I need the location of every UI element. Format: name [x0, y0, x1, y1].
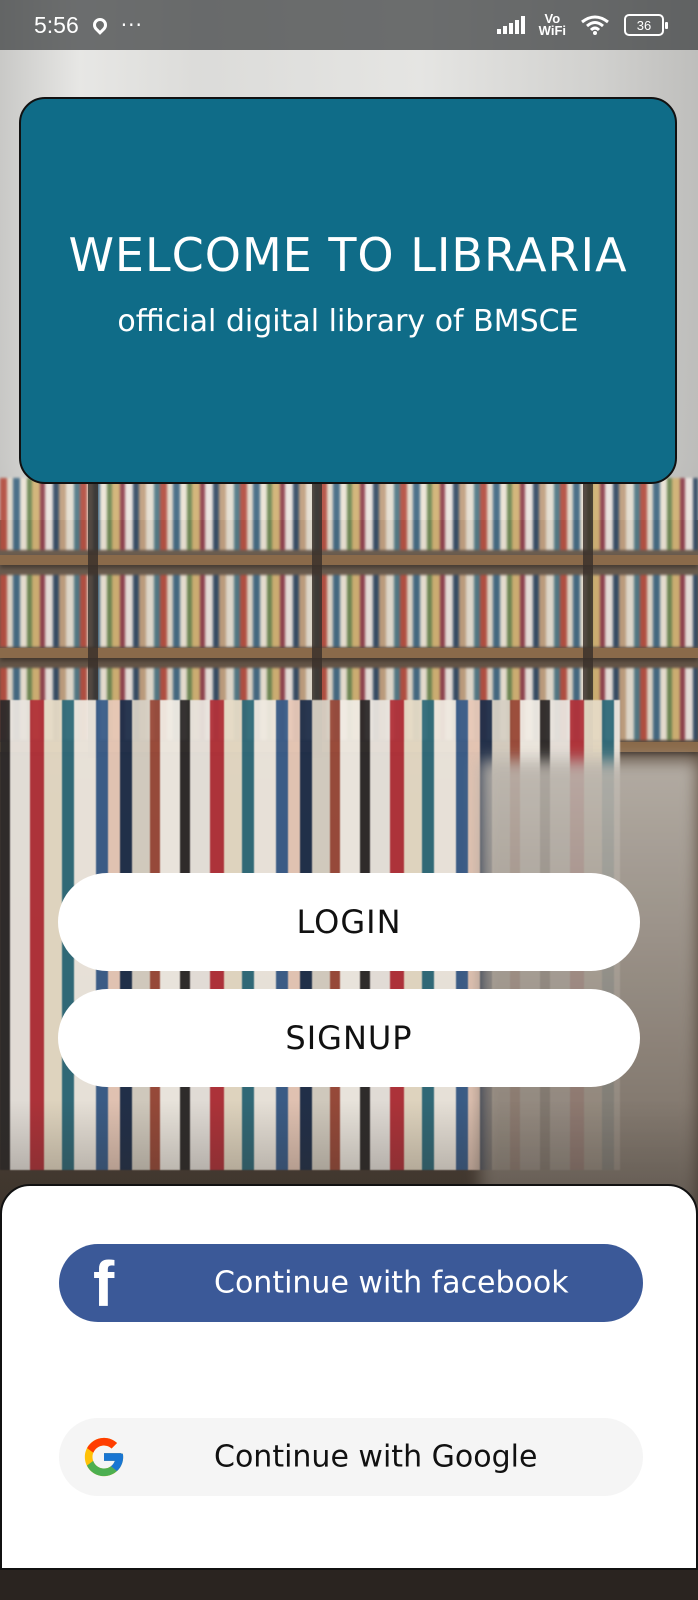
continue-with-facebook-button[interactable]: f Continue with facebook	[59, 1244, 643, 1322]
welcome-card: WELCOME TO LIBRARIA official digital lib…	[19, 97, 677, 484]
location-icon	[89, 15, 110, 35]
facebook-icon: f	[93, 1248, 115, 1320]
signal-icon	[496, 16, 525, 34]
bottom-edge-shade	[0, 1570, 698, 1600]
welcome-subtitle: official digital library of BMSCE	[117, 304, 579, 339]
battery-icon: 36	[624, 14, 668, 36]
vowifi-icon: Vo WiFi	[538, 11, 566, 38]
more-notifications-icon: ···	[120, 13, 143, 37]
facebook-button-label: Continue with facebook	[214, 1265, 569, 1301]
status-time: 5:56	[34, 11, 79, 38]
login-button[interactable]: LOGIN	[58, 873, 640, 971]
status-bar: 5:56 ··· Vo WiFi 36	[0, 0, 698, 50]
signup-button[interactable]: SIGNUP	[58, 989, 640, 1087]
welcome-title: WELCOME TO LIBRARIA	[68, 228, 628, 282]
wifi-icon	[581, 15, 609, 35]
google-icon	[81, 1434, 127, 1480]
continue-with-google-button[interactable]: Continue with Google	[59, 1418, 643, 1496]
google-button-label: Continue with Google	[214, 1439, 538, 1475]
battery-level: 36	[636, 17, 652, 33]
social-login-sheet: f Continue with facebook Continue with G…	[0, 1184, 698, 1570]
